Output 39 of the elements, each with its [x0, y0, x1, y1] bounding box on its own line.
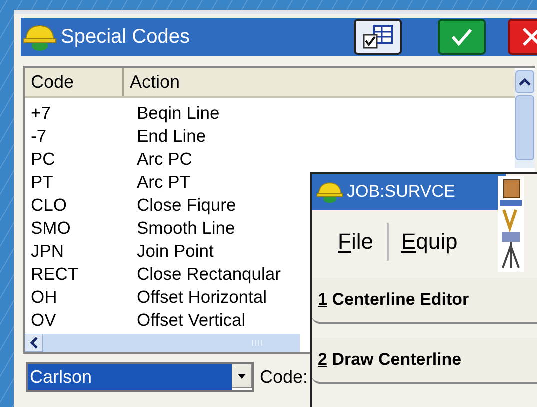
table-cell-text: OH	[30, 286, 58, 309]
menu-item[interactable]: Equip	[389, 229, 472, 255]
table-cell: Close Rectanqular	[137, 263, 281, 286]
menu-button[interactable]: 1 Centerline Editor	[312, 278, 537, 324]
table-cell: Join Point	[137, 240, 214, 263]
table-cell: End Line	[137, 125, 206, 148]
table-cell-text: PT	[30, 171, 54, 194]
vertical-scrollbar[interactable]	[515, 70, 535, 168]
table-cell-text: OV	[30, 309, 58, 332]
table-cell: Arc PT	[137, 171, 190, 194]
code-label: Code:	[260, 366, 308, 388]
table-cell: Close Fiqure	[137, 194, 236, 217]
window-title: JOB:SURVCE	[347, 182, 456, 202]
table-cell-text: JPN	[30, 240, 66, 263]
menu-item[interactable]: File	[312, 229, 388, 255]
close-icon	[521, 26, 537, 48]
table-cell: Offset Vertical	[137, 309, 246, 332]
table-cell-text: CLO	[30, 194, 68, 217]
survey-instrument-icon[interactable]	[498, 176, 524, 272]
table-cell-text: SMO	[30, 217, 72, 240]
hardhat-icon	[316, 180, 344, 204]
checkmark-icon	[450, 27, 474, 47]
column-header[interactable]: Code	[25, 68, 124, 96]
table-cell-text: +7	[30, 102, 52, 125]
table-cell: Smooth Line	[137, 217, 236, 240]
table-cell-text: RECT	[30, 263, 80, 286]
horizontal-scrollbar[interactable]	[25, 334, 300, 352]
ok-button[interactable]	[438, 19, 486, 55]
table-cell: Arc PC	[137, 148, 192, 171]
window-title: Special Codes	[61, 26, 191, 48]
column-header[interactable]: Action	[124, 68, 180, 96]
library-dropdown[interactable]: Carlson	[26, 362, 254, 392]
dropdown-arrow-icon	[232, 364, 252, 388]
table-cell-text: -7	[30, 125, 48, 148]
table-cell-text: PC	[30, 148, 56, 171]
table-cell: Beqin Line	[137, 102, 220, 125]
table-view-button[interactable]	[354, 19, 402, 55]
table-cell: Offset Horizontal	[137, 286, 268, 309]
menu-button[interactable]: 2 Draw Centerline	[312, 338, 537, 384]
